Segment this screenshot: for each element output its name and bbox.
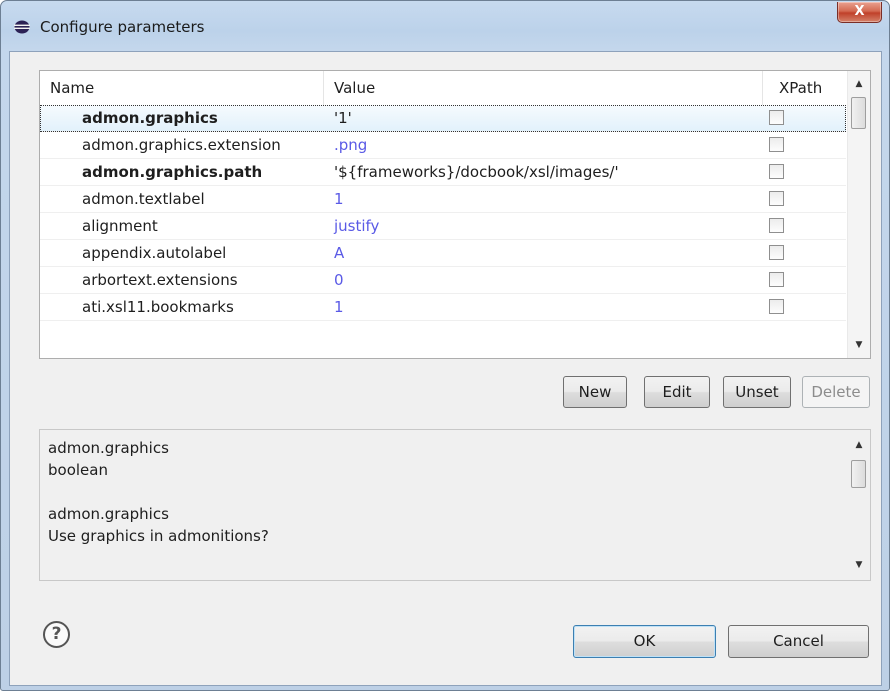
column-header-name[interactable]: Name [50,71,94,105]
table-row[interactable]: admon.graphics '1' [40,105,846,132]
dialog-client-area: Name Value XPath admon.graphics '1' admo… [9,51,882,686]
xpath-checkbox[interactable] [769,218,784,233]
parameter-name: arbortext.extensions [82,271,238,289]
unset-button[interactable]: Unset [723,376,791,408]
xpath-checkbox[interactable] [769,137,784,152]
column-divider[interactable] [323,71,324,105]
parameter-description-panel: admon.graphics boolean admon.graphics Use g… [39,429,871,581]
table-row[interactable]: ati.xsl11.bookmarks 1 [40,294,846,321]
cancel-button[interactable]: Cancel [728,625,869,658]
xpath-checkbox[interactable] [769,299,784,314]
description-line: admon.graphics [48,439,169,457]
ok-button[interactable]: OK [573,625,716,658]
close-button[interactable]: X [837,2,882,23]
scroll-up-arrow-icon[interactable]: ▲ [848,436,870,454]
parameter-name: admon.graphics.extension [82,136,281,154]
scrollbar-thumb[interactable] [851,460,866,488]
column-header-value[interactable]: Value [334,71,375,105]
description-scrollbar[interactable]: ▲ ▼ [848,430,870,580]
parameter-value[interactable]: '${frameworks}/docbook/xsl/images/' [334,159,619,185]
xpath-checkbox[interactable] [769,164,784,179]
description-line: admon.graphics [48,505,169,523]
xpath-checkbox[interactable] [769,245,784,260]
parameter-value[interactable]: 0 [334,267,344,293]
scroll-down-arrow-icon[interactable]: ▼ [848,556,870,574]
parameter-value[interactable]: '1' [334,105,352,131]
table-row[interactable]: admon.graphics.extension .png [40,132,846,159]
table-row[interactable]: admon.textlabel 1 [40,186,846,213]
parameter-name: admon.graphics.path [82,163,263,181]
xpath-checkbox[interactable] [769,110,784,125]
description-line: Use graphics in admonitions? [48,527,269,545]
scroll-up-arrow-icon[interactable]: ▲ [848,75,870,93]
parameter-value[interactable]: 1 [334,186,344,212]
table-body: admon.graphics '1' admon.graphics.extens… [40,105,846,321]
scrollbar-thumb[interactable] [851,97,866,129]
scroll-down-arrow-icon[interactable]: ▼ [848,336,870,354]
window-title: Configure parameters [40,18,205,36]
parameter-value[interactable]: 1 [334,294,344,320]
table-row[interactable]: appendix.autolabel A [40,240,846,267]
new-button[interactable]: New [563,376,627,408]
description-line: boolean [48,461,108,479]
title-bar[interactable]: Configure parameters X [1,1,889,51]
table-row[interactable]: admon.graphics.path '${frameworks}/docbo… [40,159,846,186]
xpath-checkbox[interactable] [769,191,784,206]
eclipse-icon [14,20,30,34]
parameter-name: ati.xsl11.bookmarks [82,298,234,316]
table-row[interactable]: alignment justify [40,213,846,240]
column-divider[interactable] [762,71,763,105]
column-header-xpath[interactable]: XPath [779,71,822,105]
parameter-name: appendix.autolabel [82,244,227,262]
parameter-value[interactable]: A [334,240,344,266]
parameter-value[interactable]: justify [334,213,379,239]
description-line [48,481,269,503]
table-row[interactable]: arbortext.extensions 0 [40,267,846,294]
table-scrollbar[interactable]: ▲ ▼ [847,71,870,358]
xpath-checkbox[interactable] [769,272,784,287]
parameter-value[interactable]: .png [334,132,367,158]
parameter-name: admon.graphics [82,109,218,127]
description-text: admon.graphics boolean admon.graphics Use g… [48,437,269,547]
table-header: Name Value XPath [40,71,846,106]
parameter-name: admon.textlabel [82,190,205,208]
help-icon[interactable]: ? [43,621,70,648]
dialog-window: Configure parameters X Name Value XPath … [0,0,890,691]
parameters-table: Name Value XPath admon.graphics '1' admo… [39,70,871,359]
delete-button[interactable]: Delete [802,376,870,408]
parameter-name: alignment [82,217,158,235]
edit-button[interactable]: Edit [644,376,710,408]
